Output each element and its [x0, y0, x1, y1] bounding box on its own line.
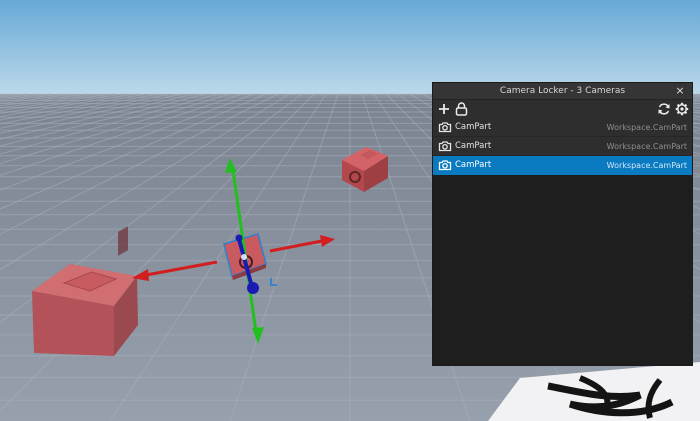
panel-title: Camera Locker - 3 Cameras — [499, 86, 626, 96]
camera-name: CamPart — [455, 122, 492, 132]
close-button[interactable]: × — [674, 83, 686, 99]
camera-path: Workspace.CamPart — [606, 123, 687, 132]
panel-toolbar — [433, 100, 692, 118]
camera-icon — [438, 122, 452, 133]
lock-camera-button[interactable] — [454, 102, 468, 116]
camera-locker-panel: Camera Locker - 3 Cameras × CamPart Work… — [432, 82, 693, 366]
add-camera-button[interactable] — [437, 102, 451, 116]
refresh-icon — [658, 103, 670, 115]
camera-icon — [438, 160, 452, 171]
camera-name: CamPart — [455, 160, 492, 170]
z-axis-near-handle[interactable] — [247, 282, 259, 294]
z-axis-far-handle[interactable] — [235, 234, 243, 242]
camera-list-item-selected[interactable]: CamPart Workspace.CamPart — [433, 156, 692, 175]
camera-list: CamPart Workspace.CamPart CamPart Worksp… — [433, 118, 692, 365]
camera-icon — [438, 141, 452, 152]
camera-path: Workspace.CamPart — [606, 142, 687, 151]
settings-button[interactable] — [675, 102, 689, 116]
camera-list-item[interactable]: CamPart Workspace.CamPart — [433, 118, 692, 137]
refresh-button[interactable] — [657, 102, 671, 116]
camera-path: Workspace.CamPart — [606, 161, 687, 170]
plus-icon — [439, 104, 449, 114]
camera-list-item[interactable]: CamPart Workspace.CamPart — [433, 137, 692, 156]
lock-icon — [455, 102, 467, 116]
panel-titlebar[interactable]: Camera Locker - 3 Cameras × — [433, 83, 692, 100]
gear-icon — [675, 102, 689, 116]
camera-name: CamPart — [455, 141, 492, 151]
